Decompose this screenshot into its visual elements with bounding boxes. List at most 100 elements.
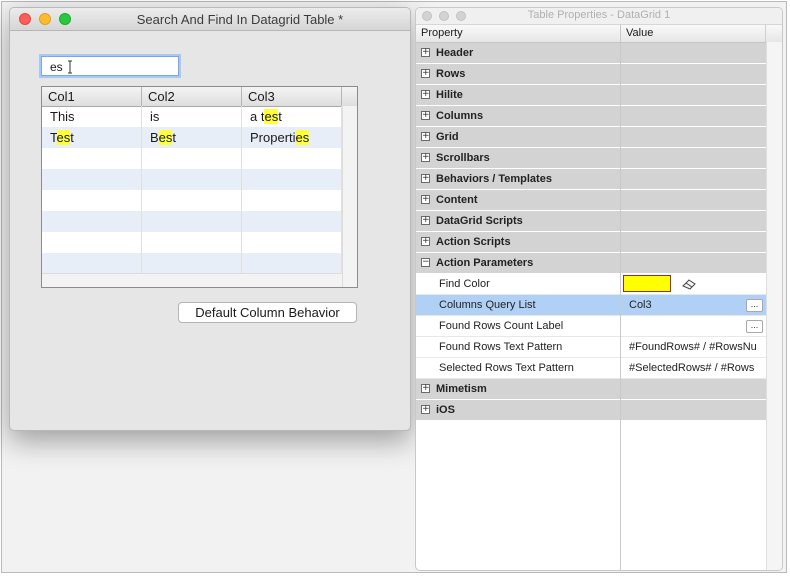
text-cursor-icon — [68, 60, 72, 74]
property-group-label: Action Scripts — [436, 236, 511, 248]
cell-text-highlight: es — [158, 130, 173, 145]
expand-icon[interactable]: + — [421, 237, 430, 246]
property-group[interactable]: + Behaviors / Templates — [416, 169, 766, 190]
table-cell[interactable] — [242, 148, 342, 169]
property-group[interactable]: + Grid — [416, 127, 766, 148]
grid-header: Col1 Col2 Col3 — [42, 87, 357, 107]
expand-icon[interactable]: + — [421, 384, 430, 393]
eraser-icon[interactable] — [681, 277, 697, 291]
property-value[interactable]: #SelectedRows# / #Rows — [629, 358, 764, 378]
horizontal-scrollbar[interactable] — [42, 273, 342, 287]
cell-text: B — [150, 130, 159, 145]
window-title: Search And Find In Datagrid Table * — [136, 12, 344, 27]
cell-text-highlight: es — [264, 109, 279, 124]
property-label: Found Rows Text Pattern — [439, 341, 563, 353]
expand-icon[interactable]: + — [421, 111, 430, 120]
table-cell[interactable] — [142, 169, 242, 190]
table-cell[interactable] — [42, 190, 142, 211]
vertical-scrollbar[interactable] — [342, 106, 357, 287]
value-column-header[interactable]: Value — [621, 25, 766, 42]
expand-icon[interactable]: + — [421, 195, 430, 204]
table-row[interactable] — [42, 190, 342, 211]
property-value[interactable]: #FoundRows# / #RowsNu — [629, 337, 764, 357]
grid-column-header[interactable]: Col2 — [142, 87, 242, 106]
table-cell[interactable]: This — [42, 106, 142, 127]
table-row[interactable] — [42, 169, 342, 190]
property-group[interactable]: + Mimetism — [416, 379, 766, 400]
find-color-swatch[interactable] — [623, 275, 671, 292]
cell-text-highlight: es — [295, 130, 310, 145]
table-cell[interactable] — [42, 211, 142, 232]
table-row[interactable]: This is a test — [42, 106, 342, 127]
vertical-scrollbar[interactable] — [766, 42, 782, 570]
table-cell[interactable]: Test — [42, 127, 142, 148]
property-value[interactable]: Col3 — [629, 295, 764, 315]
table-cell[interactable]: Best — [142, 127, 242, 148]
table-cell[interactable] — [42, 169, 142, 190]
expand-icon[interactable]: + — [421, 132, 430, 141]
property-row[interactable]: Find Color — [416, 274, 766, 295]
grid-column-header[interactable]: Col3 — [242, 87, 342, 106]
data-grid[interactable]: Col1 Col2 Col3 This is a test Test Best Prope… — [41, 86, 358, 288]
table-cell[interactable] — [142, 190, 242, 211]
property-group[interactable]: + iOS — [416, 400, 766, 421]
property-label: Selected Rows Text Pattern — [439, 362, 574, 374]
table-row[interactable] — [42, 253, 342, 274]
property-group[interactable]: − Action Parameters — [416, 253, 766, 274]
grid-column-header[interactable]: Col1 — [42, 87, 142, 106]
close-button[interactable] — [19, 13, 31, 25]
property-group-label: Behaviors / Templates — [436, 173, 552, 185]
table-cell[interactable]: a test — [242, 106, 342, 127]
property-group-label: DataGrid Scripts — [436, 215, 523, 227]
property-group[interactable]: + Header — [416, 43, 766, 64]
expand-icon[interactable]: + — [421, 48, 430, 57]
property-group[interactable]: + Columns — [416, 106, 766, 127]
table-cell[interactable] — [42, 232, 142, 253]
table-row[interactable] — [42, 211, 342, 232]
expand-icon[interactable]: + — [421, 174, 430, 183]
table-row[interactable] — [42, 148, 342, 169]
table-cell[interactable] — [242, 211, 342, 232]
table-cell[interactable] — [242, 169, 342, 190]
property-group[interactable]: + Hilite — [416, 85, 766, 106]
more-options-button[interactable]: ... — [746, 299, 763, 312]
expand-icon[interactable]: + — [421, 153, 430, 162]
table-cell[interactable] — [142, 211, 242, 232]
property-row[interactable]: Found Rows Count Label... — [416, 316, 766, 337]
property-group[interactable]: + Scrollbars — [416, 148, 766, 169]
search-input[interactable]: es — [41, 56, 179, 76]
table-cell[interactable] — [142, 253, 242, 274]
table-row[interactable]: Test Best Properties — [42, 127, 342, 148]
property-label: Found Rows Count Label — [439, 320, 564, 332]
table-cell[interactable] — [42, 148, 142, 169]
table-cell[interactable]: Properties — [242, 127, 342, 148]
table-cell[interactable] — [242, 190, 342, 211]
property-group[interactable]: + Content — [416, 190, 766, 211]
expand-icon[interactable]: + — [421, 405, 430, 414]
property-group[interactable]: + DataGrid Scripts — [416, 211, 766, 232]
table-cell[interactable]: is — [142, 106, 242, 127]
property-group[interactable]: + Action Scripts — [416, 232, 766, 253]
minimize-button[interactable] — [39, 13, 51, 25]
property-row[interactable]: Found Rows Text Pattern #FoundRows# / #Ro… — [416, 337, 766, 358]
expand-icon[interactable]: + — [421, 69, 430, 78]
more-options-button[interactable]: ... — [746, 320, 763, 333]
property-group-label: Action Parameters — [436, 257, 534, 269]
table-row[interactable] — [42, 232, 342, 253]
table-cell[interactable] — [142, 232, 242, 253]
expand-icon[interactable]: + — [421, 90, 430, 99]
property-row[interactable]: Columns Query List Col3... — [416, 295, 766, 316]
property-column-header[interactable]: Property — [416, 25, 621, 42]
expand-icon[interactable]: + — [421, 216, 430, 225]
property-group-label: Rows — [436, 68, 466, 80]
table-cell[interactable] — [242, 232, 342, 253]
collapse-icon[interactable]: − — [421, 258, 430, 267]
property-header: Property Value — [416, 25, 782, 43]
table-cell[interactable] — [242, 253, 342, 274]
property-row[interactable]: Selected Rows Text Pattern #SelectedRows#… — [416, 358, 766, 379]
default-column-behavior-button[interactable]: Default Column Behavior — [178, 302, 357, 323]
window-title: Table Properties - DataGrid 1 — [527, 9, 671, 21]
table-cell[interactable] — [42, 253, 142, 274]
property-group[interactable]: + Rows — [416, 64, 766, 85]
table-cell[interactable] — [142, 148, 242, 169]
